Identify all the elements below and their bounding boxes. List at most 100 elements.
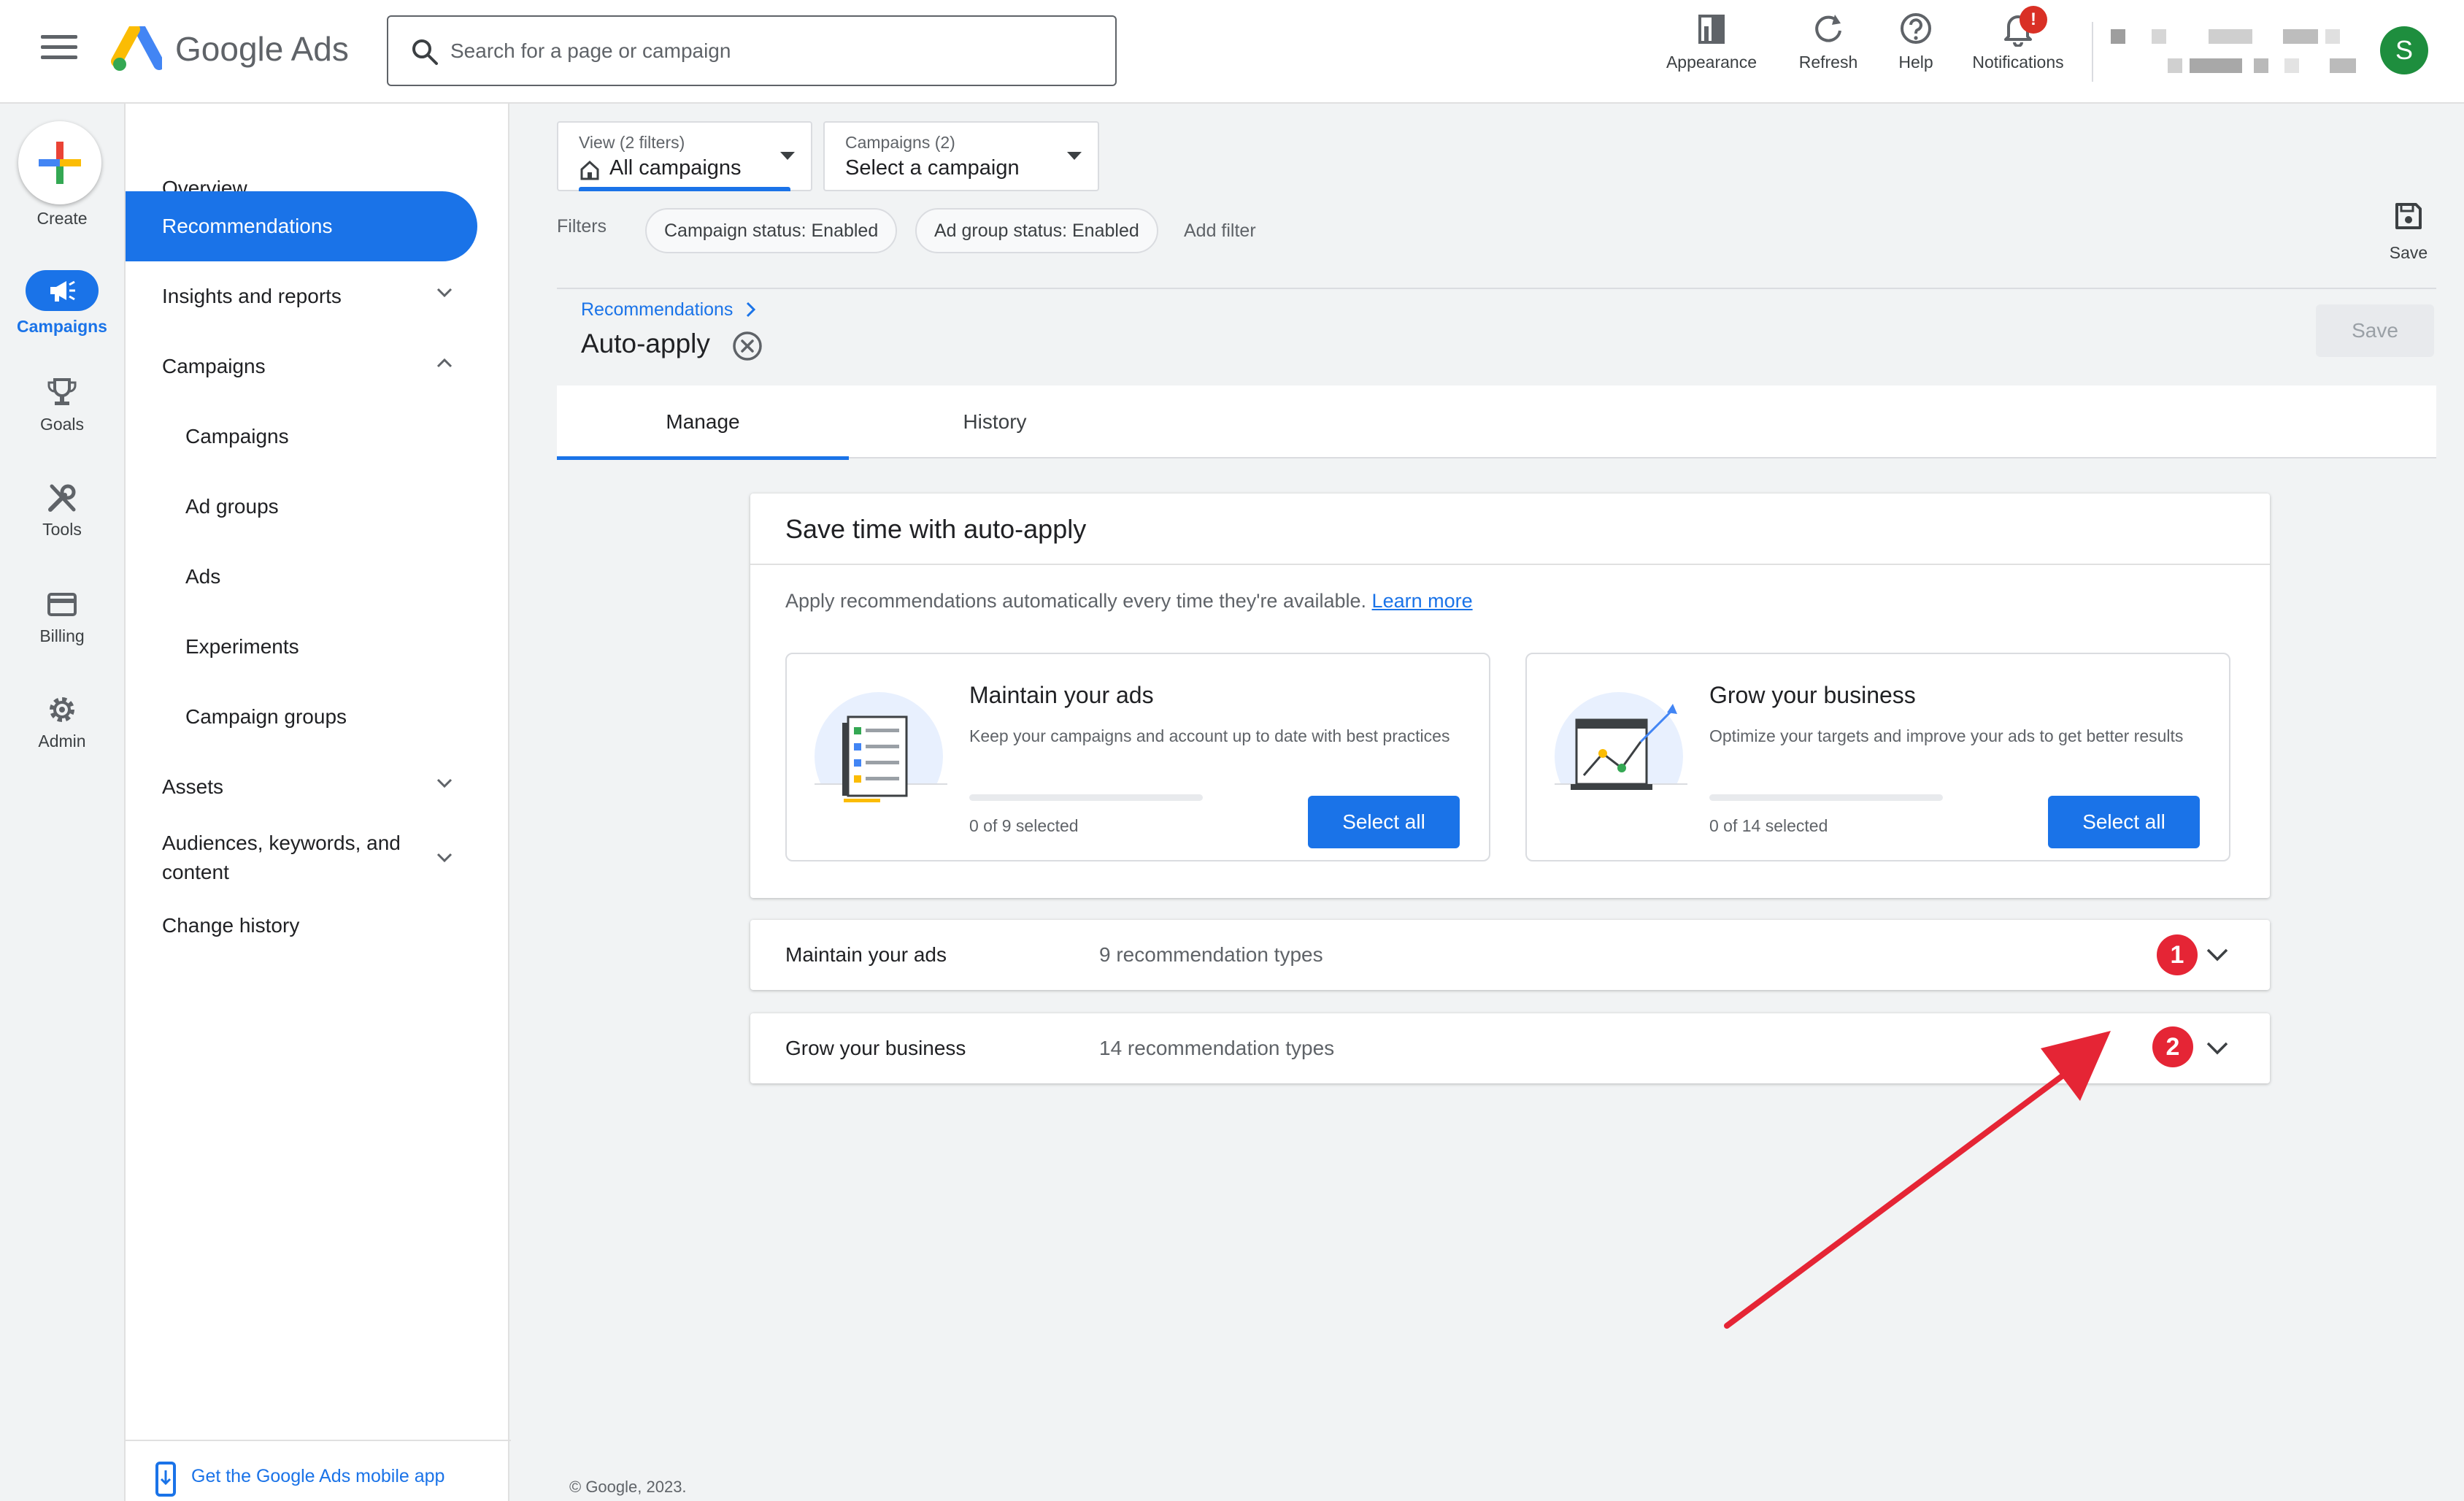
annotation-badge-1: 1	[2157, 934, 2198, 975]
rail-goals[interactable]: Goals	[0, 377, 124, 434]
gear-icon	[50, 697, 74, 722]
campaign-dropdown[interactable]: Campaigns (2) Select a campaign	[823, 121, 1099, 191]
breadcrumb-recommendations[interactable]: Recommendations	[581, 299, 733, 320]
campaign-dropdown-label: Campaigns (2)	[845, 133, 955, 152]
maintain-your-ads-card: Maintain your ads Keep your campaigns an…	[785, 653, 1490, 861]
page-title: Auto-apply	[581, 329, 710, 358]
nav-campaigns[interactable]: Campaigns	[126, 402, 476, 472]
maintain-card-title: Maintain your ads	[969, 682, 1154, 708]
grow-your-business-card: Grow your business Optimize your targets…	[1525, 653, 2230, 861]
chevron-down-icon[interactable]	[2204, 942, 2230, 968]
account-avatar[interactable]: S	[2380, 26, 2428, 74]
nav-recommendations[interactable]: Recommendations	[126, 191, 477, 261]
rail-admin[interactable]: Admin	[0, 694, 124, 751]
nav-ad-groups[interactable]: Ad groups	[126, 472, 476, 542]
section-name: Grow your business	[785, 1037, 966, 1059]
create-label: Create	[36, 209, 88, 228]
view-dropdown-label: View (2 filters)	[579, 133, 685, 152]
help-button[interactable]: Help	[1883, 10, 1949, 91]
nav-audiences-keywords-content[interactable]: Audiences, keywords, and content	[126, 818, 476, 898]
checklist-illustration	[812, 692, 950, 822]
appearance-button[interactable]: Appearance	[1657, 10, 1766, 91]
maintain-your-ads-section[interactable]: Maintain your ads 9 recommendation types	[750, 920, 2270, 990]
chevron-up-icon	[436, 358, 453, 368]
section-count: 14 recommendation types	[1099, 1037, 1335, 1059]
nav-campaigns-group[interactable]: Campaigns	[126, 331, 476, 402]
filter-chip-campaign-status[interactable]: Campaign status: Enabled	[645, 208, 898, 253]
nav-change-history[interactable]: Change history	[126, 891, 476, 961]
refresh-button[interactable]: Refresh	[1788, 10, 1868, 91]
create-button[interactable]	[18, 121, 101, 204]
rail-billing-label: Billing	[39, 626, 85, 645]
rail-campaigns[interactable]: Campaigns	[0, 270, 124, 337]
growth-chart-illustration	[1552, 692, 1690, 822]
rail-admin-label: Admin	[38, 732, 86, 750]
mobile-app-promo: Get the Google Ads mobile app	[126, 1440, 511, 1501]
home-icon	[580, 160, 599, 180]
save-view-label: Save	[2389, 243, 2428, 262]
chevron-down-icon[interactable]	[2204, 1035, 2230, 1062]
nav-campaigns-group-label: Campaigns	[162, 355, 266, 377]
maintain-select-all-button[interactable]: Select all	[1308, 796, 1460, 848]
save-view-button[interactable]: Save	[2379, 200, 2438, 263]
mobile-app-link[interactable]: Get the Google Ads mobile app	[191, 1466, 444, 1487]
section-count: 9 recommendation types	[1099, 943, 1323, 966]
grow-card-description: Optimize your targets and improve your a…	[1709, 726, 2184, 745]
view-dropdown[interactable]: View (2 filters) All campaigns	[557, 121, 812, 191]
search-input[interactable]	[450, 33, 1093, 69]
maintain-selected-count: 0 of 9 selected	[969, 816, 1079, 835]
rail-goals-label: Goals	[39, 415, 85, 434]
maintain-progress-bar	[969, 794, 1203, 801]
nav-campaign-groups[interactable]: Campaign groups	[126, 682, 476, 752]
megaphone-icon	[50, 280, 75, 302]
appearance-label: Appearance	[1666, 53, 1757, 72]
nav-insights-label: Insights and reports	[162, 285, 342, 307]
search-box[interactable]	[387, 15, 1117, 86]
nav-ads[interactable]: Ads	[126, 542, 476, 612]
nav-assets[interactable]: Assets	[126, 752, 476, 822]
notifications-button[interactable]: ! Notifications	[1963, 6, 2073, 91]
auto-apply-card: Save time with auto-apply Apply recommen…	[750, 494, 2270, 898]
close-circle-icon[interactable]	[731, 330, 763, 362]
search-icon	[412, 39, 438, 65]
save-button[interactable]: Save	[2316, 304, 2434, 357]
nav-assets-label: Assets	[162, 775, 224, 798]
section-name: Maintain your ads	[785, 943, 947, 966]
learn-more-link[interactable]: Learn more	[1372, 590, 1473, 612]
maintain-card-description: Keep your campaigns and account up to da…	[969, 726, 1450, 745]
chevron-right-icon	[746, 302, 756, 318]
caret-down-icon	[780, 152, 795, 160]
grow-selected-count: 0 of 14 selected	[1709, 816, 1828, 835]
rail-billing[interactable]: Billing	[0, 588, 124, 646]
trophy-icon	[47, 378, 77, 405]
filter-chip-ad-group-status[interactable]: Ad group status: Enabled	[915, 208, 1158, 253]
caret-down-icon	[1067, 152, 1082, 160]
filters-label: Filters	[557, 216, 607, 237]
rail-campaigns-label: Campaigns	[17, 317, 107, 336]
add-filter-button[interactable]: Add filter	[1184, 220, 1256, 242]
tools-icon	[48, 484, 76, 512]
tab-manage[interactable]: Manage	[557, 385, 849, 460]
nav-experiments[interactable]: Experiments	[126, 612, 476, 682]
top-bar: Google Ads Appearance Refresh Help	[0, 0, 2464, 104]
card-description-text: Apply recommendations automatically ever…	[785, 590, 1367, 612]
nav-insights-and-reports[interactable]: Insights and reports	[126, 261, 476, 331]
card-description: Apply recommendations automatically ever…	[785, 590, 1473, 613]
tab-history[interactable]: History	[849, 385, 1141, 458]
rail-tools-label: Tools	[42, 520, 82, 539]
chevron-down-icon	[436, 778, 453, 788]
grow-select-all-button[interactable]: Select all	[2048, 796, 2200, 848]
toolbar-divider	[2092, 22, 2093, 82]
notifications-badge: !	[2020, 6, 2047, 34]
hamburger-menu-icon[interactable]	[41, 35, 77, 64]
nav-audiences-label-line2: content	[162, 861, 229, 883]
brand-name: Google Ads	[175, 30, 349, 68]
google-ads-logo	[111, 26, 162, 71]
grow-progress-bar	[1709, 794, 1943, 801]
chevron-down-icon	[436, 853, 453, 863]
copyright-footer: © Google, 2023.	[569, 1478, 687, 1496]
refresh-label: Refresh	[1798, 53, 1858, 72]
grow-your-business-section[interactable]: Grow your business 14 recommendation typ…	[750, 1013, 2270, 1083]
rail-tools[interactable]: Tools	[0, 482, 124, 540]
credit-card-icon	[47, 593, 77, 616]
